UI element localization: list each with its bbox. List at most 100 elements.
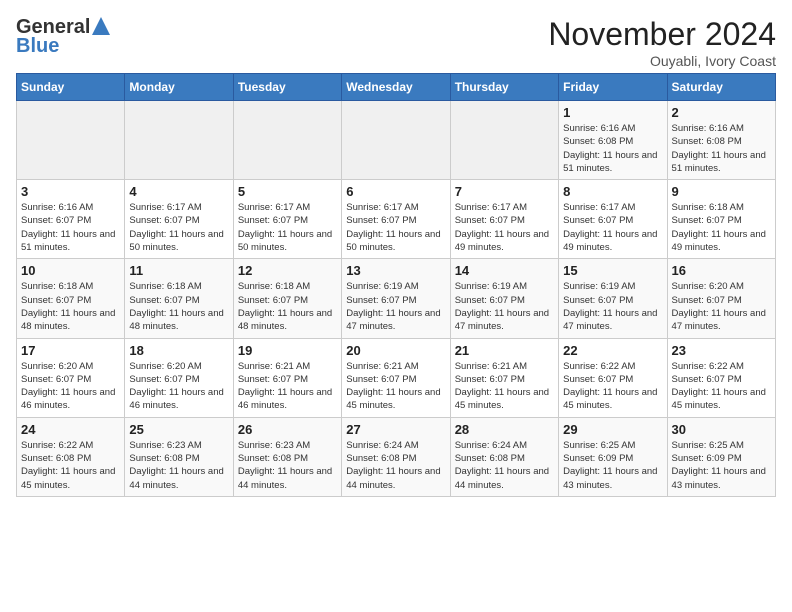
day-number: 18 xyxy=(129,343,228,358)
calendar-header: SundayMondayTuesdayWednesdayThursdayFrid… xyxy=(17,74,776,101)
day-info: Sunrise: 6:20 AM Sunset: 6:07 PM Dayligh… xyxy=(672,280,771,333)
day-info: Sunrise: 6:18 AM Sunset: 6:07 PM Dayligh… xyxy=(238,280,337,333)
calendar-day-cell: 28 Sunrise: 6:24 AM Sunset: 6:08 PM Dayli… xyxy=(450,417,558,496)
day-info: Sunrise: 6:24 AM Sunset: 6:08 PM Dayligh… xyxy=(455,439,554,492)
day-info: Sunrise: 6:16 AM Sunset: 6:07 PM Dayligh… xyxy=(21,201,120,254)
calendar-day-cell: 16 Sunrise: 6:20 AM Sunset: 6:07 PM Dayli… xyxy=(667,259,775,338)
location-text: Ouyabli, Ivory Coast xyxy=(548,53,776,69)
calendar-day-cell: 8Sunrise: 6:17 AM Sunset: 6:07 PM Daylig… xyxy=(559,180,667,259)
day-info: Sunrise: 6:20 AM Sunset: 6:07 PM Dayligh… xyxy=(129,360,228,413)
day-info: Sunrise: 6:18 AM Sunset: 6:07 PM Dayligh… xyxy=(672,201,771,254)
day-info: Sunrise: 6:21 AM Sunset: 6:07 PM Dayligh… xyxy=(455,360,554,413)
day-number: 15 xyxy=(563,263,662,278)
calendar-day-cell xyxy=(17,101,125,180)
calendar-header-cell: Wednesday xyxy=(342,74,450,101)
calendar-week-row: 1 Sunrise: 6:16 AM Sunset: 6:08 PM Daylig… xyxy=(17,101,776,180)
calendar-day-cell: 7 Sunrise: 6:17 AM Sunset: 6:07 PM Daylig… xyxy=(450,180,558,259)
calendar-header-cell: Tuesday xyxy=(233,74,341,101)
calendar-day-cell: 19 Sunrise: 6:21 AM Sunset: 6:07 PM Dayli… xyxy=(233,338,341,417)
calendar-day-cell: 5 Sunrise: 6:17 AM Sunset: 6:07 PM Daylig… xyxy=(233,180,341,259)
day-info: Sunrise: 6:19 AM Sunset: 6:07 PM Dayligh… xyxy=(455,280,554,333)
day-info: Sunrise: 6:25 AM Sunset: 6:09 PM Dayligh… xyxy=(563,439,662,492)
day-number: 27 xyxy=(346,422,445,437)
calendar-week-row: 10 Sunrise: 6:18 AM Sunset: 6:07 PM Dayli… xyxy=(17,259,776,338)
day-number: 29 xyxy=(563,422,662,437)
day-number: 28 xyxy=(455,422,554,437)
calendar-day-cell: 27 Sunrise: 6:24 AM Sunset: 6:08 PM Dayli… xyxy=(342,417,450,496)
calendar-header-cell: Friday xyxy=(559,74,667,101)
calendar-day-cell: 21 Sunrise: 6:21 AM Sunset: 6:07 PM Dayli… xyxy=(450,338,558,417)
calendar-day-cell: 30 Sunrise: 6:25 AM Sunset: 6:09 PM Dayli… xyxy=(667,417,775,496)
day-info: Sunrise: 6:17 AM Sunset: 6:07 PM Dayligh… xyxy=(346,201,445,254)
day-info: Sunrise: 6:19 AM Sunset: 6:07 PM Dayligh… xyxy=(346,280,445,333)
day-info: Sunrise: 6:25 AM Sunset: 6:09 PM Dayligh… xyxy=(672,439,771,492)
day-number: 25 xyxy=(129,422,228,437)
calendar-header-row: SundayMondayTuesdayWednesdayThursdayFrid… xyxy=(17,74,776,101)
calendar-day-cell: 22Sunrise: 6:22 AM Sunset: 6:07 PM Dayli… xyxy=(559,338,667,417)
calendar-header-cell: Sunday xyxy=(17,74,125,101)
day-info: Sunrise: 6:23 AM Sunset: 6:08 PM Dayligh… xyxy=(129,439,228,492)
calendar-day-cell: 6Sunrise: 6:17 AM Sunset: 6:07 PM Daylig… xyxy=(342,180,450,259)
calendar-day-cell xyxy=(233,101,341,180)
day-number: 10 xyxy=(21,263,120,278)
day-number: 7 xyxy=(455,184,554,199)
day-number: 19 xyxy=(238,343,337,358)
day-info: Sunrise: 6:16 AM Sunset: 6:08 PM Dayligh… xyxy=(672,122,771,175)
calendar-week-row: 17 Sunrise: 6:20 AM Sunset: 6:07 PM Dayli… xyxy=(17,338,776,417)
calendar-day-cell: 24 Sunrise: 6:22 AM Sunset: 6:08 PM Dayli… xyxy=(17,417,125,496)
calendar-day-cell: 1Sunrise: 6:16 AM Sunset: 6:08 PM Daylig… xyxy=(559,101,667,180)
day-number: 17 xyxy=(21,343,120,358)
day-info: Sunrise: 6:23 AM Sunset: 6:08 PM Dayligh… xyxy=(238,439,337,492)
calendar-day-cell: 17 Sunrise: 6:20 AM Sunset: 6:07 PM Dayli… xyxy=(17,338,125,417)
calendar-day-cell: 11 Sunrise: 6:18 AM Sunset: 6:07 PM Dayli… xyxy=(125,259,233,338)
day-number: 24 xyxy=(21,422,120,437)
calendar-header-cell: Thursday xyxy=(450,74,558,101)
calendar-week-row: 24 Sunrise: 6:22 AM Sunset: 6:08 PM Dayli… xyxy=(17,417,776,496)
day-info: Sunrise: 6:17 AM Sunset: 6:07 PM Dayligh… xyxy=(129,201,228,254)
day-number: 9 xyxy=(672,184,771,199)
day-number: 8 xyxy=(563,184,662,199)
day-info: Sunrise: 6:21 AM Sunset: 6:07 PM Dayligh… xyxy=(238,360,337,413)
day-number: 22 xyxy=(563,343,662,358)
page-header: General Blue November 2024 Ouyabli, Ivor… xyxy=(16,16,776,69)
calendar-header-cell: Saturday xyxy=(667,74,775,101)
day-number: 5 xyxy=(238,184,337,199)
day-number: 30 xyxy=(672,422,771,437)
calendar-day-cell: 29 Sunrise: 6:25 AM Sunset: 6:09 PM Dayli… xyxy=(559,417,667,496)
calendar-day-cell: 20Sunrise: 6:21 AM Sunset: 6:07 PM Dayli… xyxy=(342,338,450,417)
calendar-day-cell: 26Sunrise: 6:23 AM Sunset: 6:08 PM Dayli… xyxy=(233,417,341,496)
calendar-day-cell xyxy=(342,101,450,180)
day-info: Sunrise: 6:20 AM Sunset: 6:07 PM Dayligh… xyxy=(21,360,120,413)
calendar-day-cell: 25 Sunrise: 6:23 AM Sunset: 6:08 PM Dayli… xyxy=(125,417,233,496)
day-info: Sunrise: 6:17 AM Sunset: 6:07 PM Dayligh… xyxy=(238,201,337,254)
month-title: November 2024 xyxy=(548,16,776,53)
day-info: Sunrise: 6:22 AM Sunset: 6:08 PM Dayligh… xyxy=(21,439,120,492)
day-number: 21 xyxy=(455,343,554,358)
day-number: 13 xyxy=(346,263,445,278)
calendar-table: SundayMondayTuesdayWednesdayThursdayFrid… xyxy=(16,73,776,497)
day-number: 1 xyxy=(563,105,662,120)
day-number: 23 xyxy=(672,343,771,358)
day-number: 16 xyxy=(672,263,771,278)
logo: General Blue xyxy=(16,16,110,58)
day-info: Sunrise: 6:24 AM Sunset: 6:08 PM Dayligh… xyxy=(346,439,445,492)
calendar-day-cell: 13 Sunrise: 6:19 AM Sunset: 6:07 PM Dayli… xyxy=(342,259,450,338)
calendar-day-cell xyxy=(450,101,558,180)
calendar-day-cell: 3 Sunrise: 6:16 AM Sunset: 6:07 PM Daylig… xyxy=(17,180,125,259)
calendar-day-cell: 18 Sunrise: 6:20 AM Sunset: 6:07 PM Dayli… xyxy=(125,338,233,417)
day-info: Sunrise: 6:18 AM Sunset: 6:07 PM Dayligh… xyxy=(129,280,228,333)
day-number: 3 xyxy=(21,184,120,199)
day-info: Sunrise: 6:17 AM Sunset: 6:07 PM Dayligh… xyxy=(455,201,554,254)
day-info: Sunrise: 6:22 AM Sunset: 6:07 PM Dayligh… xyxy=(672,360,771,413)
calendar-day-cell: 9 Sunrise: 6:18 AM Sunset: 6:07 PM Daylig… xyxy=(667,180,775,259)
calendar-day-cell: 23 Sunrise: 6:22 AM Sunset: 6:07 PM Dayli… xyxy=(667,338,775,417)
calendar-day-cell: 14Sunrise: 6:19 AM Sunset: 6:07 PM Dayli… xyxy=(450,259,558,338)
calendar-header-cell: Monday xyxy=(125,74,233,101)
day-number: 11 xyxy=(129,263,228,278)
day-number: 4 xyxy=(129,184,228,199)
calendar-day-cell: 2 Sunrise: 6:16 AM Sunset: 6:08 PM Daylig… xyxy=(667,101,775,180)
day-info: Sunrise: 6:18 AM Sunset: 6:07 PM Dayligh… xyxy=(21,280,120,333)
day-number: 2 xyxy=(672,105,771,120)
calendar-body: 1 Sunrise: 6:16 AM Sunset: 6:08 PM Daylig… xyxy=(17,101,776,497)
day-info: Sunrise: 6:19 AM Sunset: 6:07 PM Dayligh… xyxy=(563,280,662,333)
